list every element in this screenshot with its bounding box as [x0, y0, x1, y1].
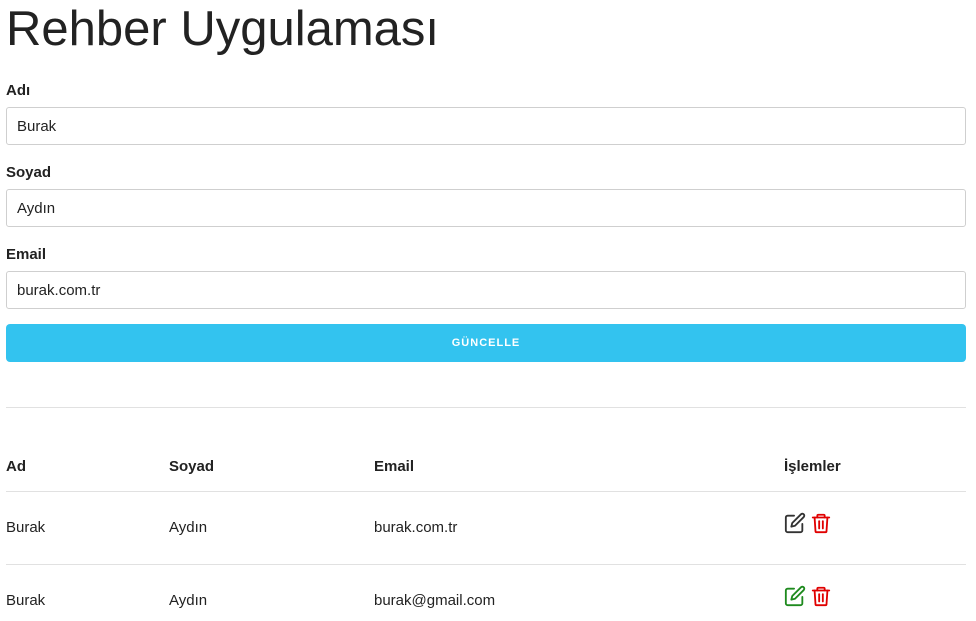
cell-surname: Aydın — [169, 592, 208, 609]
name-input[interactable] — [6, 107, 966, 145]
header-islemler: İşlemler — [784, 458, 841, 475]
email-label: Email — [6, 246, 47, 263]
row-divider — [6, 564, 966, 565]
form-divider — [6, 407, 966, 408]
cell-name: Burak — [6, 592, 46, 609]
page-title: Rehber Uygulaması — [6, 2, 440, 56]
cell-surname: Aydın — [169, 519, 208, 536]
header-email: Email — [374, 458, 415, 475]
surname-label: Soyad — [6, 164, 52, 181]
cell-name: Burak — [6, 519, 46, 536]
header-soyad: Soyad — [169, 458, 215, 475]
header-ad: Ad — [6, 458, 26, 475]
cell-email: burak.com.tr — [374, 519, 458, 536]
edit-icon[interactable] — [784, 585, 806, 607]
surname-input[interactable] — [6, 189, 966, 227]
cell-email: burak@gmail.com — [374, 592, 496, 609]
table-header-divider — [6, 491, 966, 492]
update-button[interactable]: GÜNCELLE — [6, 324, 966, 362]
edit-icon[interactable] — [784, 512, 806, 534]
name-label: Adı — [6, 82, 31, 99]
trash-icon[interactable] — [810, 585, 832, 607]
app-page: Rehber Uygulaması Adı Soyad Email GÜNCEL… — [0, 0, 976, 621]
trash-icon[interactable] — [810, 512, 832, 534]
email-input[interactable] — [6, 271, 966, 309]
